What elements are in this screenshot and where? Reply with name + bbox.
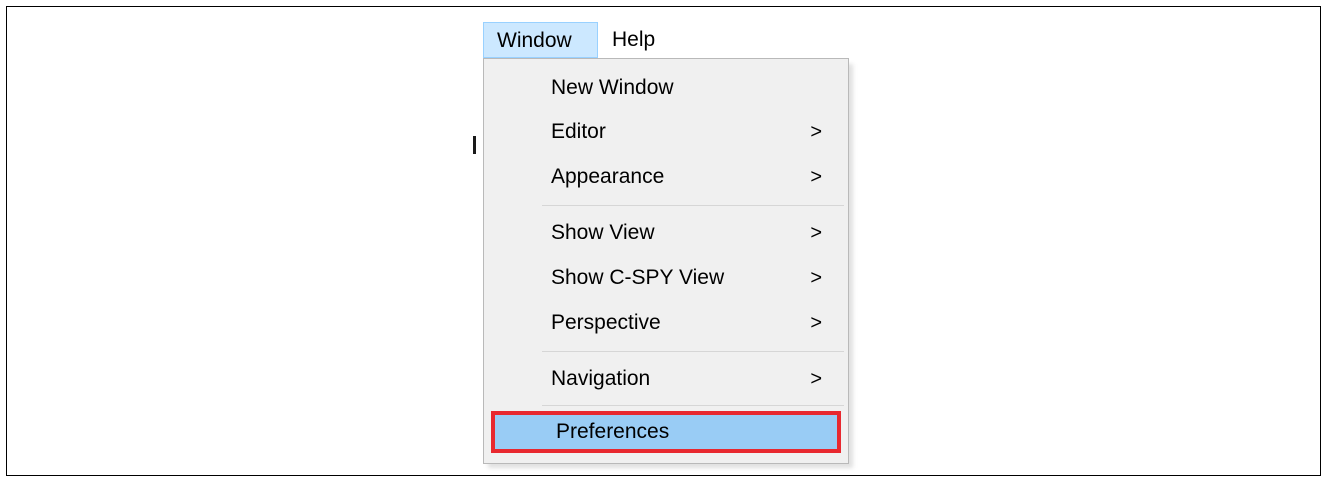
menu-item-label: Show View xyxy=(551,221,655,244)
menu-item-show-view[interactable]: Show View > xyxy=(486,212,846,254)
chevron-right-icon: > xyxy=(810,121,822,143)
menu-separator xyxy=(542,405,844,406)
chevron-right-icon: > xyxy=(810,312,822,334)
menu-item-navigation[interactable]: Navigation > xyxy=(486,358,846,400)
menu-item-new-window[interactable]: New Window xyxy=(486,67,846,109)
menu-item-label: Editor xyxy=(551,120,606,143)
menu-item-show-cspy-view[interactable]: Show C-SPY View > xyxy=(486,257,846,299)
menu-item-label: Appearance xyxy=(551,165,665,188)
background-text-fragment xyxy=(473,136,476,154)
menu-item-preferences[interactable]: Preferences xyxy=(491,411,841,453)
menu-separator xyxy=(542,205,844,206)
menu-item-label: New Window xyxy=(551,76,674,99)
menubar-window-label: Window xyxy=(497,29,572,52)
window-menu-dropdown: New Window Editor > Appearance > Show Vi… xyxy=(483,58,849,464)
chevron-right-icon: > xyxy=(810,222,822,244)
chevron-right-icon: > xyxy=(810,166,822,188)
menu-item-label: Show C-SPY View xyxy=(551,266,725,289)
menu-item-appearance[interactable]: Appearance > xyxy=(486,156,846,198)
menu-item-label: Navigation xyxy=(551,367,651,390)
menubar-help[interactable]: Help xyxy=(610,22,670,58)
chevron-right-icon: > xyxy=(810,267,822,289)
menu-item-label: Perspective xyxy=(551,311,661,334)
menu-item-label: Preferences xyxy=(556,420,670,443)
menubar-help-label: Help xyxy=(612,28,656,51)
menu-item-editor[interactable]: Editor > xyxy=(486,111,846,153)
chevron-right-icon: > xyxy=(810,368,822,390)
menubar-window[interactable]: Window xyxy=(483,22,598,58)
menu-item-perspective[interactable]: Perspective > xyxy=(486,302,846,344)
menu-separator xyxy=(542,351,844,352)
